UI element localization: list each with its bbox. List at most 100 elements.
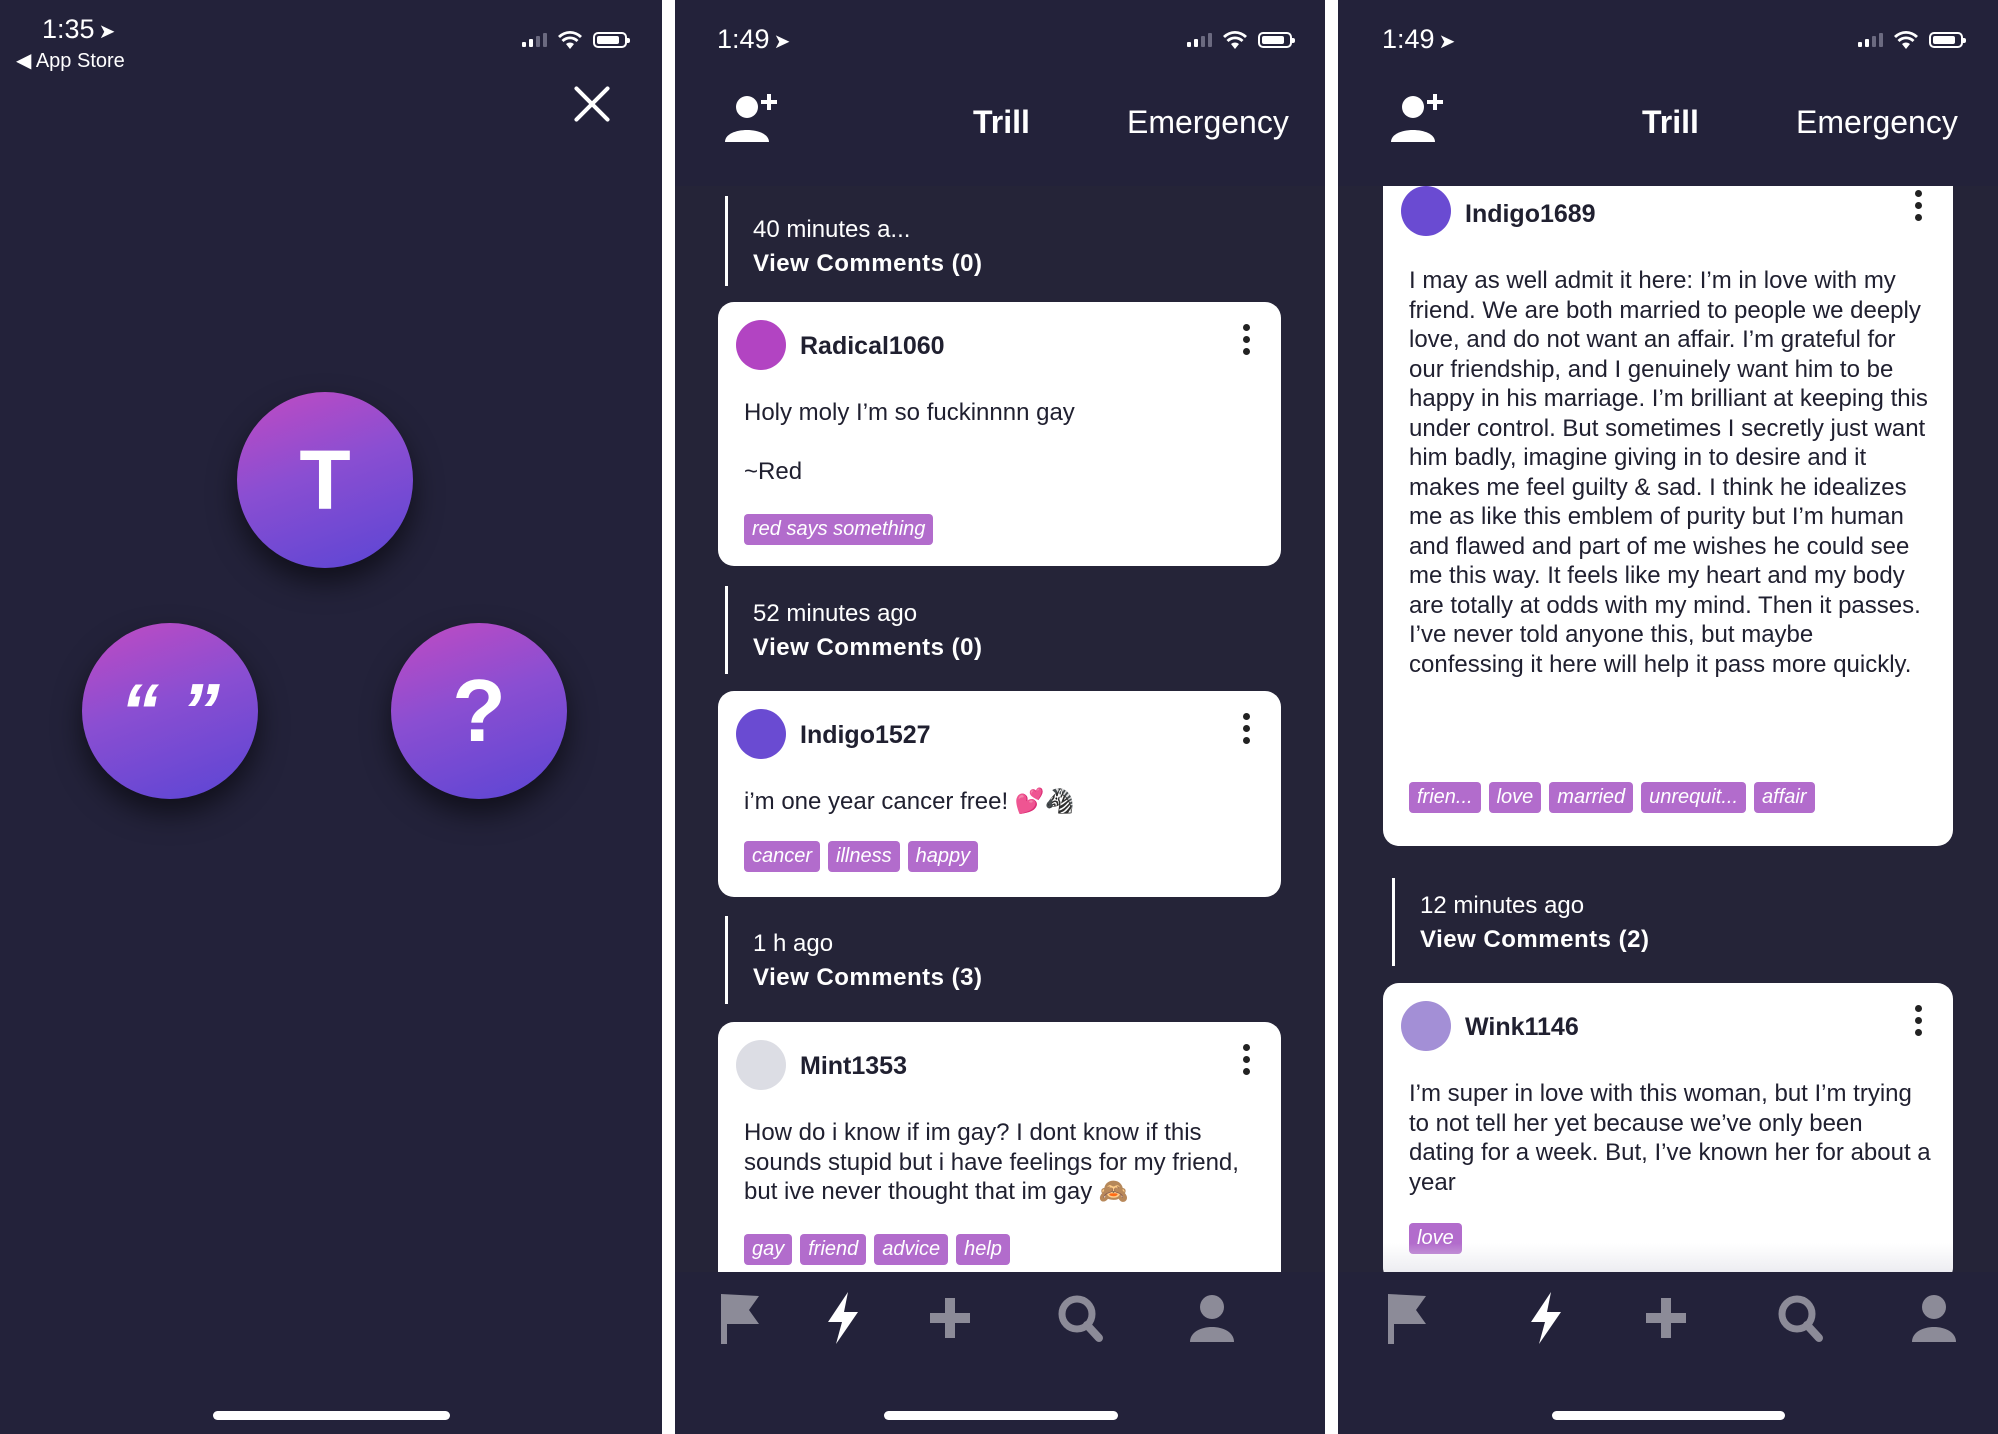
more-options-icon[interactable]	[1915, 1005, 1923, 1041]
status-icons	[522, 30, 630, 50]
avatar	[1401, 1001, 1451, 1051]
post-text: I may as well admit it here: I’m in love…	[1409, 267, 1928, 678]
post-text: How do i know if im gay? I dont know if …	[744, 1119, 1239, 1205]
post-meta: 12 minutes ago View Comments (2)	[1392, 878, 1692, 968]
text-post-button[interactable]: T	[237, 392, 413, 568]
post-card[interactable]: Indigo1527 i’m one year cancer free! 💕🦓 …	[718, 691, 1281, 897]
more-options-icon[interactable]	[1243, 324, 1251, 360]
post-card[interactable]: Mint1353 How do i know if im gay? I dont…	[718, 1022, 1281, 1272]
post-text: Holy moly I’m so fuckinnnn gay	[744, 399, 1075, 426]
plus-icon[interactable]	[925, 1290, 975, 1346]
post-meta: 40 minutes a... View Comments (0)	[725, 196, 1025, 286]
bottom-nav	[1338, 1272, 1998, 1372]
tab-emergency[interactable]: Emergency	[1127, 104, 1289, 141]
status-bar-time: 1:49 ➤	[1382, 24, 1456, 54]
question-post-label: ?	[452, 661, 506, 760]
home-indicator	[1552, 1411, 1785, 1420]
post-meta: 1 h ago View Comments (3)	[725, 916, 1025, 1006]
view-comments-link[interactable]: View Comments (0)	[753, 634, 982, 662]
tab-emergency[interactable]: Emergency	[1796, 104, 1958, 141]
wifi-icon	[1894, 31, 1918, 49]
feed-screen: 1:49 ➤ Trill Emergency Indigo1689 I may a…	[1338, 0, 1998, 1434]
quote-post-button[interactable]: “ ”	[82, 623, 258, 799]
tag[interactable]: friend	[800, 1234, 867, 1265]
tag[interactable]: unrequit...	[1641, 782, 1747, 813]
post-time: 40 minutes a...	[753, 216, 911, 243]
profile-icon[interactable]	[1909, 1290, 1959, 1346]
avatar	[1401, 186, 1451, 236]
quote-post-label: “ ”	[120, 666, 220, 755]
flag-icon[interactable]	[715, 1290, 765, 1346]
post-feed[interactable]: Indigo1689 I may as well admit it here: …	[1338, 186, 1998, 1272]
add-user-icon[interactable]	[723, 90, 783, 146]
tag[interactable]: red says something	[744, 514, 934, 545]
post-username: Indigo1527	[800, 721, 931, 749]
feed-screen: 1:49 ➤ Trill Emergency 40 minutes a... Vi…	[675, 0, 1325, 1434]
tag[interactable]: help	[956, 1234, 1010, 1265]
post-card[interactable]: Wink1146 I’m super in love with this wom…	[1383, 983, 1953, 1272]
back-label: App Store	[35, 50, 125, 72]
post-card[interactable]: Indigo1689 I may as well admit it here: …	[1383, 186, 1953, 846]
tag[interactable]: gay	[744, 1234, 793, 1265]
post-text: i’m one year cancer free! 💕🦓	[744, 788, 1075, 815]
post-username: Indigo1689	[1465, 200, 1596, 228]
tag[interactable]: frien...	[1409, 782, 1481, 813]
post-time: 12 minutes ago	[1420, 892, 1585, 919]
add-user-icon[interactable]	[1389, 90, 1449, 146]
tag[interactable]: affair	[1754, 782, 1815, 813]
post-meta: 52 minutes ago View Comments (0)	[725, 586, 1025, 676]
status-icons	[1858, 30, 1966, 50]
bolt-icon[interactable]	[818, 1290, 868, 1346]
search-icon[interactable]	[1055, 1290, 1105, 1346]
avatar	[736, 320, 786, 370]
tag[interactable]: happy	[907, 841, 979, 872]
post-tags: gay friend advice help	[744, 1234, 1010, 1265]
avatar	[736, 709, 786, 759]
view-comments-link[interactable]: View Comments (0)	[753, 250, 982, 278]
search-icon[interactable]	[1775, 1290, 1825, 1346]
tab-trill[interactable]: Trill	[973, 104, 1030, 141]
compose-screen: 1:35 ➤ ◀ App Store T “ ” ?	[0, 0, 662, 1434]
battery-icon	[1258, 32, 1295, 48]
more-options-icon[interactable]	[1243, 1044, 1251, 1080]
flag-icon[interactable]	[1382, 1290, 1432, 1346]
tab-trill[interactable]: Trill	[1642, 104, 1699, 141]
text-post-label: T	[299, 432, 351, 527]
bottom-nav	[675, 1272, 1325, 1372]
profile-icon[interactable]	[1187, 1290, 1237, 1346]
signal-icon	[522, 33, 547, 47]
status-icons	[1187, 30, 1295, 50]
question-post-button[interactable]: ?	[391, 623, 567, 799]
post-card[interactable]: Radical1060 Holy moly I’m so fuckinnnn g…	[718, 302, 1281, 566]
view-comments-link[interactable]: View Comments (3)	[753, 964, 982, 992]
post-tags: red says something	[744, 514, 934, 545]
tag[interactable]: love	[1488, 782, 1542, 813]
post-tags: cancer illness happy	[744, 841, 979, 872]
tag[interactable]: advice	[874, 1234, 949, 1265]
bolt-icon[interactable]	[1521, 1290, 1571, 1346]
close-icon[interactable]	[570, 82, 614, 126]
post-username: Radical1060	[800, 332, 945, 360]
tag[interactable]: cancer	[744, 841, 821, 872]
tag[interactable]: illness	[828, 841, 900, 872]
signal-icon	[1858, 33, 1883, 47]
battery-icon	[1929, 32, 1966, 48]
wifi-icon	[1223, 31, 1247, 49]
more-options-icon[interactable]	[1915, 190, 1923, 226]
post-signature: ~Red	[744, 458, 803, 485]
battery-icon	[593, 32, 630, 48]
status-bar-time: 1:35 ➤	[42, 14, 116, 44]
home-indicator	[884, 1411, 1118, 1420]
back-to-app-store-link[interactable]: ◀ App Store	[16, 48, 125, 73]
post-feed[interactable]: 40 minutes a... View Comments (0) Radica…	[675, 186, 1325, 1272]
status-bar-time: 1:49 ➤	[717, 24, 791, 54]
view-comments-link[interactable]: View Comments (2)	[1420, 926, 1649, 954]
home-indicator	[213, 1411, 450, 1420]
post-username: Wink1146	[1465, 1013, 1579, 1041]
plus-icon[interactable]	[1641, 1290, 1691, 1346]
wifi-icon	[558, 31, 582, 49]
post-username: Mint1353	[800, 1052, 907, 1080]
more-options-icon[interactable]	[1243, 713, 1251, 749]
scroll-fade	[1383, 1243, 1953, 1272]
tag[interactable]: married	[1549, 782, 1634, 813]
